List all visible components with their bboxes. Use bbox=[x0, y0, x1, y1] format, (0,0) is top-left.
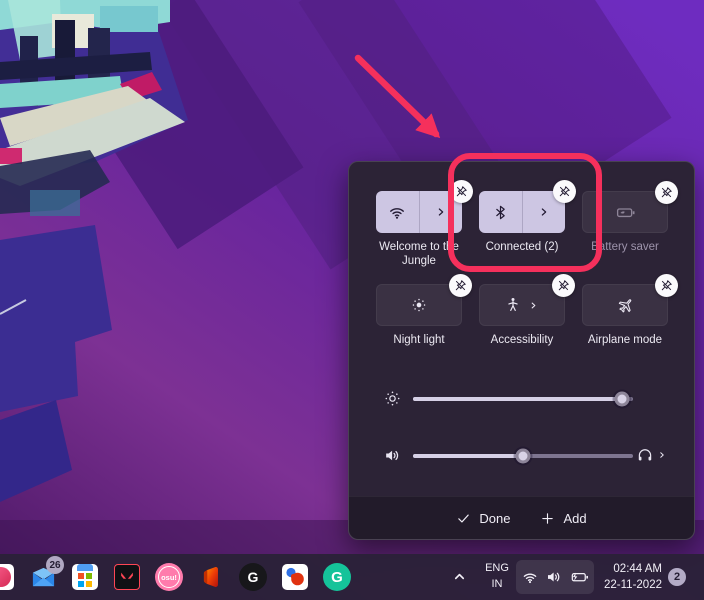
airplane-mode-tile-label: Airplane mode bbox=[567, 333, 683, 347]
bluetooth-toggle[interactable] bbox=[479, 191, 522, 233]
clock[interactable]: 02:44 AM 22-11-2022 bbox=[594, 561, 662, 593]
taskbar-app-osu[interactable]: osu! bbox=[155, 563, 183, 591]
plus-icon bbox=[540, 511, 555, 526]
night-light-tile-label: Night light bbox=[361, 333, 477, 347]
tray-show-hidden-icons[interactable] bbox=[452, 569, 467, 589]
taskbar-app-ghub[interactable]: G bbox=[239, 563, 267, 591]
logitech-ghub-icon: G bbox=[239, 563, 267, 591]
unpin-icon bbox=[660, 186, 673, 199]
unpin-icon bbox=[660, 279, 673, 292]
office-icon bbox=[198, 564, 224, 590]
taskbar-app-grammarly[interactable]: G bbox=[323, 563, 351, 591]
tray-wifi-icon bbox=[521, 568, 539, 586]
tray-battery-charging-icon bbox=[569, 567, 589, 587]
accessibility-tile-label: Accessibility bbox=[464, 333, 580, 347]
brightness-slider[interactable] bbox=[413, 397, 633, 401]
quick-settings-footer: Done Add bbox=[349, 496, 694, 539]
desktop-screen: Welcome to the Jungle Connected (2) bbox=[0, 0, 704, 600]
accessibility-tile[interactable] bbox=[479, 284, 565, 326]
done-button[interactable]: Done bbox=[456, 511, 510, 526]
osu-icon: osu! bbox=[155, 563, 183, 591]
mail-unread-badge: 26 bbox=[46, 556, 64, 574]
add-label: Add bbox=[563, 511, 586, 526]
clock-date: 22-11-2022 bbox=[594, 577, 662, 593]
taskbar-app-office[interactable] bbox=[197, 563, 225, 591]
chevron-right-icon bbox=[656, 449, 668, 461]
wifi-icon bbox=[387, 202, 407, 222]
brightness-fill bbox=[413, 397, 622, 401]
taskbar-app-microsoft-store[interactable] bbox=[71, 563, 99, 591]
accessibility-icon bbox=[504, 296, 522, 314]
bluetooth-icon bbox=[492, 204, 509, 221]
language-line2: IN bbox=[478, 577, 516, 593]
airplane-mode-icon bbox=[616, 296, 635, 315]
language-switcher[interactable]: ENG IN bbox=[478, 561, 516, 593]
volume-slider[interactable] bbox=[413, 454, 633, 458]
add-button[interactable]: Add bbox=[540, 511, 586, 526]
brightness-thumb[interactable] bbox=[615, 392, 630, 407]
grammarly-icon: G bbox=[323, 563, 351, 591]
clock-time: 02:44 AM bbox=[594, 561, 662, 577]
audio-output-button[interactable] bbox=[636, 446, 668, 464]
wifi-toggle[interactable] bbox=[376, 191, 419, 233]
volume-thumb[interactable] bbox=[516, 449, 531, 464]
airplane-mode-tile[interactable] bbox=[582, 284, 668, 326]
night-light-tile[interactable] bbox=[376, 284, 462, 326]
taskbar: 26 osu! bbox=[0, 554, 704, 600]
taskbar-app-icons: 26 osu! bbox=[0, 563, 351, 591]
notification-count-badge[interactable]: 2 bbox=[668, 568, 686, 586]
quick-settings-panel: Welcome to the Jungle Connected (2) bbox=[348, 161, 695, 540]
volume-fill bbox=[413, 454, 523, 458]
brightness-icon bbox=[383, 389, 402, 408]
bluetooth-tile[interactable] bbox=[479, 191, 565, 233]
battery-saver-tile[interactable] bbox=[582, 191, 668, 233]
done-label: Done bbox=[479, 511, 510, 526]
paint-app-icon bbox=[282, 564, 308, 590]
taskbar-app-mail[interactable]: 26 bbox=[29, 563, 57, 591]
volume-icon bbox=[383, 446, 402, 465]
battery-saver-tile-label: Battery saver bbox=[567, 240, 683, 254]
taskbar-app-music[interactable] bbox=[0, 563, 15, 591]
taskbar-app-paint[interactable] bbox=[281, 563, 309, 591]
wifi-tile[interactable] bbox=[376, 191, 462, 233]
microsoft-store-icon bbox=[72, 564, 98, 590]
unpin-button[interactable] bbox=[655, 181, 678, 204]
taskbar-app-valorant[interactable] bbox=[113, 563, 141, 591]
tray-volume-icon bbox=[545, 568, 563, 586]
language-line1: ENG bbox=[478, 561, 516, 577]
headphones-icon bbox=[636, 446, 654, 464]
wifi-tile-label: Welcome to the Jungle bbox=[361, 240, 477, 269]
chevron-up-icon bbox=[452, 569, 467, 584]
night-light-icon bbox=[410, 296, 428, 314]
chevron-right-icon bbox=[527, 299, 540, 312]
chevron-right-icon bbox=[433, 204, 449, 220]
valorant-icon bbox=[114, 564, 140, 590]
battery-saver-icon bbox=[615, 202, 636, 223]
bluetooth-tile-label: Connected (2) bbox=[464, 240, 580, 254]
music-app-icon bbox=[0, 564, 14, 590]
unpin-button[interactable] bbox=[655, 274, 678, 297]
chevron-right-icon bbox=[536, 204, 552, 220]
quick-settings-button[interactable] bbox=[516, 560, 594, 594]
check-icon bbox=[456, 511, 471, 526]
